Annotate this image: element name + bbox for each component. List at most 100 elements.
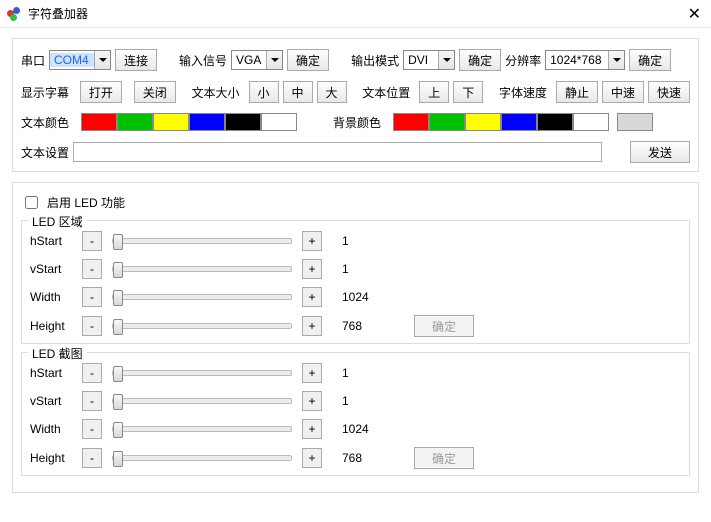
- size-small-button[interactable]: 小: [249, 81, 279, 103]
- increment-button[interactable]: +: [302, 287, 322, 307]
- slider-track[interactable]: [112, 294, 292, 300]
- decrement-button[interactable]: -: [82, 448, 102, 468]
- connect-button[interactable]: 连接: [115, 49, 157, 71]
- slider-label: Height: [30, 319, 76, 333]
- increment-button[interactable]: +: [302, 448, 322, 468]
- slider-value: 1: [342, 366, 382, 380]
- increment-button[interactable]: +: [302, 316, 322, 336]
- led-confirm-button[interactable]: 确定: [414, 447, 474, 469]
- slider-thumb[interactable]: [113, 451, 123, 467]
- size-large-button[interactable]: 大: [317, 81, 347, 103]
- decrement-button[interactable]: -: [82, 287, 102, 307]
- decrement-button[interactable]: -: [82, 259, 102, 279]
- text-input[interactable]: [73, 142, 602, 162]
- speed-fast-button[interactable]: 快速: [648, 81, 690, 103]
- slider-label: Height: [30, 451, 76, 465]
- size-medium-button[interactable]: 中: [283, 81, 313, 103]
- decrement-button[interactable]: -: [82, 231, 102, 251]
- color-swatch[interactable]: [225, 113, 261, 131]
- slider-track[interactable]: [112, 238, 292, 244]
- slider-track[interactable]: [112, 266, 292, 272]
- color-swatch[interactable]: [153, 113, 189, 131]
- slider-label: vStart: [30, 394, 76, 408]
- decrement-button[interactable]: -: [82, 316, 102, 336]
- chevron-down-icon[interactable]: [438, 51, 454, 69]
- slider-label: Width: [30, 422, 76, 436]
- slider-track[interactable]: [112, 323, 292, 329]
- row-colors: 文本颜色 背景颜色: [21, 113, 690, 131]
- input-confirm-button[interactable]: 确定: [287, 49, 329, 71]
- row-subtitle: 显示字幕 打开 关闭 文本大小 小 中 大 文本位置 上 下 字体速度 静止 中…: [21, 81, 690, 103]
- slider-value: 1024: [342, 422, 382, 436]
- chevron-down-icon[interactable]: [608, 51, 624, 69]
- slider-label: hStart: [30, 234, 76, 248]
- settings-panel: 串口 COM4 连接 输入信号 VGA 确定 输出模式 DVI 确定 分辨率 1…: [12, 38, 699, 172]
- slider-track[interactable]: [112, 455, 292, 461]
- increment-button[interactable]: +: [302, 391, 322, 411]
- increment-button[interactable]: +: [302, 419, 322, 439]
- subtitle-close-button[interactable]: 关闭: [134, 81, 176, 103]
- color-swatch[interactable]: [537, 113, 573, 131]
- port-select[interactable]: COM4: [49, 50, 111, 70]
- slider-row: Height-+768确定: [30, 315, 681, 337]
- increment-button[interactable]: +: [302, 259, 322, 279]
- slider-track[interactable]: [112, 398, 292, 404]
- output-mode-label: 输出模式: [351, 52, 399, 69]
- slider-thumb[interactable]: [113, 394, 123, 410]
- color-swatch[interactable]: [189, 113, 225, 131]
- enable-led-checkbox[interactable]: [25, 196, 38, 209]
- slider-row: vStart-+1: [30, 259, 681, 279]
- decrement-button[interactable]: -: [82, 363, 102, 383]
- resolution-label: 分辨率: [505, 52, 541, 69]
- slider-thumb[interactable]: [113, 262, 123, 278]
- resolution-confirm-button[interactable]: 确定: [629, 49, 671, 71]
- resolution-select[interactable]: 1024*768: [545, 50, 625, 70]
- text-setting-label: 文本设置: [21, 144, 69, 161]
- color-swatch[interactable]: [261, 113, 297, 131]
- input-signal-select[interactable]: VGA: [231, 50, 283, 70]
- increment-button[interactable]: +: [302, 363, 322, 383]
- speed-medium-button[interactable]: 中速: [602, 81, 644, 103]
- text-color-swatches: [81, 113, 297, 131]
- pos-up-button[interactable]: 上: [419, 81, 449, 103]
- slider-track[interactable]: [112, 426, 292, 432]
- chevron-down-icon[interactable]: [94, 51, 110, 69]
- slider-thumb[interactable]: [113, 290, 123, 306]
- output-confirm-button[interactable]: 确定: [459, 49, 501, 71]
- color-swatch[interactable]: [465, 113, 501, 131]
- text-pos-label: 文本位置: [362, 84, 410, 101]
- color-swatch[interactable]: [429, 113, 465, 131]
- color-swatch[interactable]: [501, 113, 537, 131]
- color-swatch[interactable]: [81, 113, 117, 131]
- increment-button[interactable]: +: [302, 231, 322, 251]
- color-swatch[interactable]: [573, 113, 609, 131]
- titlebar: 字符叠加器 ✕: [0, 0, 711, 28]
- text-size-label: 文本大小: [192, 84, 240, 101]
- led-shot-group: LED 截图 hStart-+1vStart-+1Width-+1024Heig…: [21, 352, 690, 476]
- speed-still-button[interactable]: 静止: [556, 81, 598, 103]
- slider-thumb[interactable]: [113, 422, 123, 438]
- subtitle-open-button[interactable]: 打开: [80, 81, 122, 103]
- color-swatch[interactable]: [393, 113, 429, 131]
- chevron-down-icon[interactable]: [266, 51, 282, 69]
- input-signal-label: 输入信号: [179, 52, 227, 69]
- send-button[interactable]: 发送: [630, 141, 690, 163]
- color-swatch[interactable]: [617, 113, 653, 131]
- slider-track[interactable]: [112, 370, 292, 376]
- text-color-label: 文本颜色: [21, 114, 69, 131]
- slider-row: Width-+1024: [30, 287, 681, 307]
- enable-led-checkbox-row: 启用 LED 功能: [21, 193, 690, 212]
- output-mode-select[interactable]: DVI: [403, 50, 455, 70]
- close-icon[interactable]: ✕: [684, 4, 705, 24]
- color-swatch[interactable]: [117, 113, 153, 131]
- row-connection: 串口 COM4 连接 输入信号 VGA 确定 输出模式 DVI 确定 分辨率 1…: [21, 49, 690, 71]
- slider-row: Width- +1024: [30, 419, 681, 439]
- led-confirm-button[interactable]: 确定: [414, 315, 474, 337]
- slider-thumb[interactable]: [113, 234, 123, 250]
- slider-value: 1024: [342, 290, 382, 304]
- slider-thumb[interactable]: [113, 366, 123, 382]
- slider-thumb[interactable]: [113, 319, 123, 335]
- decrement-button[interactable]: -: [82, 419, 102, 439]
- pos-down-button[interactable]: 下: [453, 81, 483, 103]
- decrement-button[interactable]: -: [82, 391, 102, 411]
